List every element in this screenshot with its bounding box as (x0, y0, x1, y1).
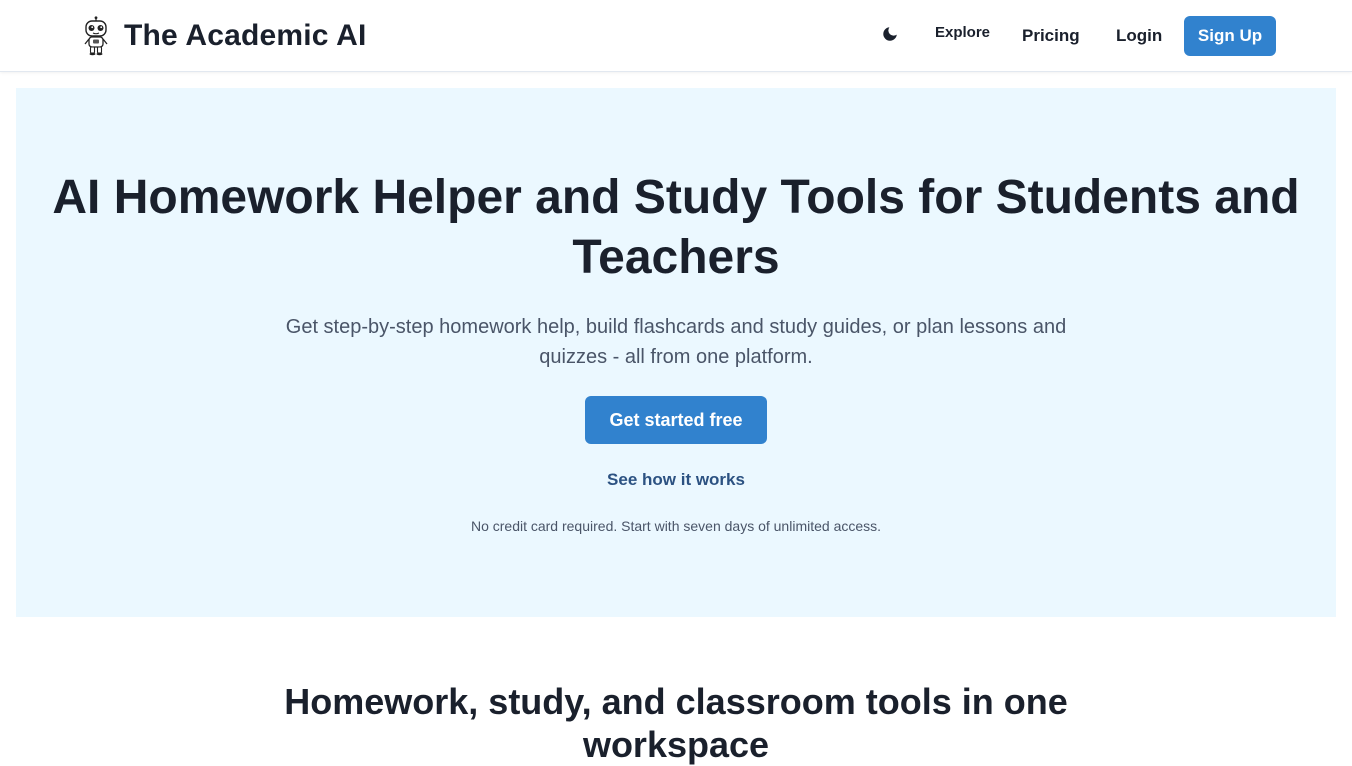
signup-button[interactable]: Sign Up (1184, 16, 1276, 56)
see-how-it-works-link[interactable]: See how it works (16, 470, 1336, 490)
get-started-button[interactable]: Get started free (585, 396, 767, 444)
robot-mascot-icon (80, 16, 112, 56)
nav-login-link[interactable]: Login (1116, 26, 1162, 46)
hero-title: AI Homework Helper and Study Tools for S… (52, 171, 1300, 284)
moon-icon (881, 25, 899, 48)
features-section-title: Homework, study, and classroom tools in … (284, 681, 1068, 765)
brand-name: The Academic AI (124, 19, 367, 52)
nav-explore-link[interactable]: Explore (935, 24, 990, 41)
theme-toggle-button[interactable] (874, 20, 906, 52)
hero-section: AI Homework Helper and Study Tools for S… (16, 88, 1336, 617)
brand-home-link[interactable]: The Academic AI (80, 14, 367, 58)
top-navbar: The Academic AI Explore Pricing Login Si… (0, 0, 1352, 72)
nav-pricing-link[interactable]: Pricing (1022, 26, 1080, 46)
no-credit-card-note: No credit card required. Start with seve… (470, 518, 882, 534)
hero-subtitle: Get step-by-step homework help, build fl… (285, 316, 1067, 368)
